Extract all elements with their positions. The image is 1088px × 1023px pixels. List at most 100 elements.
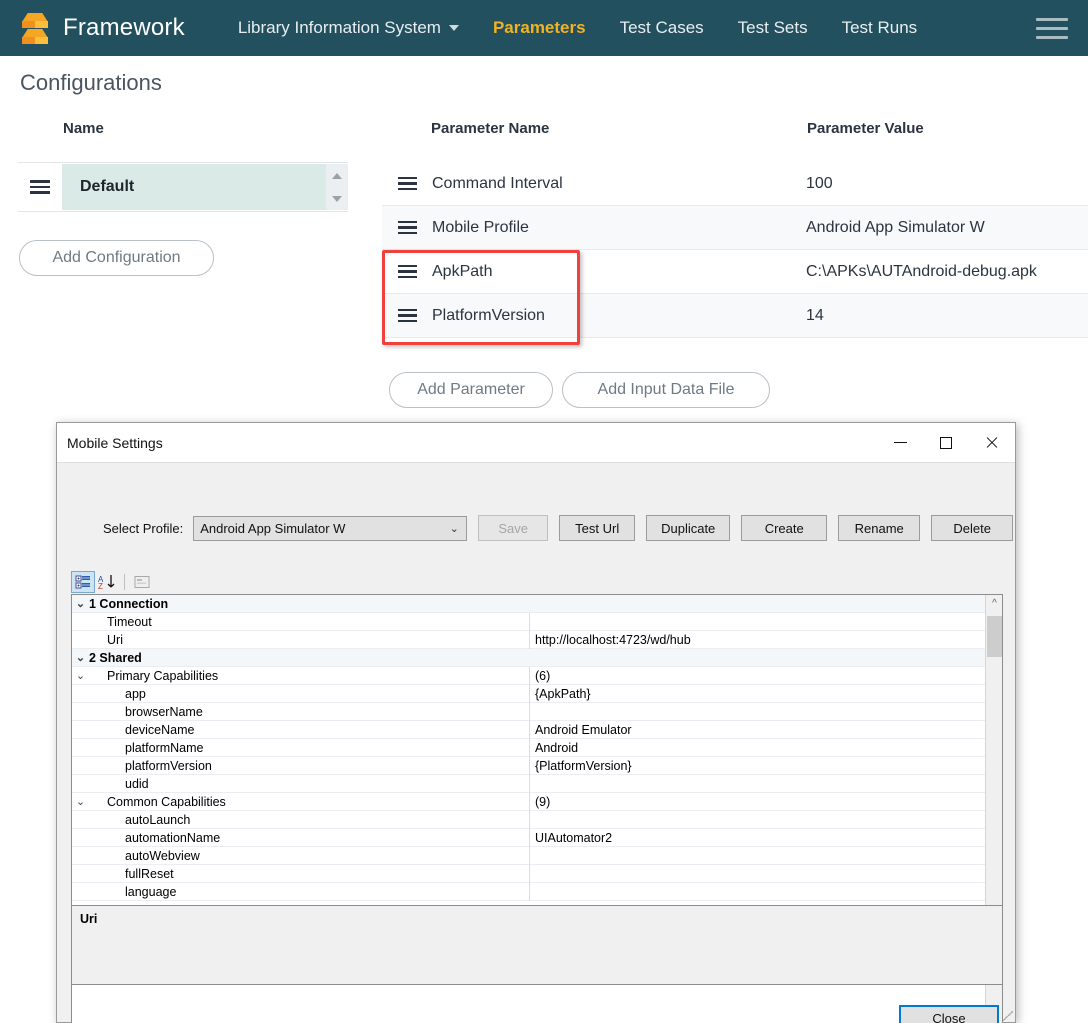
- property-value[interactable]: [529, 864, 985, 883]
- property-value[interactable]: [529, 702, 985, 721]
- property-value[interactable]: Android Emulator: [529, 720, 985, 739]
- svg-text:Z: Z: [98, 582, 103, 590]
- add-configuration-button[interactable]: Add Configuration: [19, 240, 214, 276]
- property-value[interactable]: Android: [529, 738, 985, 757]
- property-row[interactable]: platformName Android: [72, 738, 985, 757]
- property-row[interactable]: language: [72, 882, 985, 901]
- spinner-up-icon[interactable]: [332, 172, 342, 179]
- property-label: platformVersion: [125, 758, 212, 773]
- table-row[interactable]: PlatformVersion 14: [382, 294, 1088, 338]
- property-row[interactable]: automationName UIAutomator2: [72, 828, 985, 847]
- property-row[interactable]: deviceName Android Emulator: [72, 720, 985, 739]
- resize-grip[interactable]: [1003, 1011, 1013, 1021]
- parameter-value: Android App Simulator W: [806, 218, 985, 236]
- close-button[interactable]: Close: [899, 1005, 999, 1023]
- property-row[interactable]: app {ApkPath}: [72, 684, 985, 703]
- property-row[interactable]: ⌄ Common Capabilities (9): [72, 792, 985, 811]
- property-row[interactable]: udid: [72, 774, 985, 793]
- table-row[interactable]: Mobile Profile Android App Simulator W: [382, 206, 1088, 250]
- property-label: browserName: [125, 704, 203, 719]
- chevron-down-icon: [448, 25, 459, 31]
- property-row[interactable]: platformVersion {PlatformVersion}: [72, 756, 985, 775]
- configuration-spinner[interactable]: [326, 164, 348, 210]
- chevron-down-icon[interactable]: ⌄: [72, 651, 89, 664]
- property-value[interactable]: [529, 846, 985, 865]
- save-button[interactable]: Save: [478, 515, 549, 541]
- nav-link-test-runs[interactable]: Test Runs: [825, 18, 935, 38]
- property-value[interactable]: [529, 612, 985, 631]
- property-value[interactable]: [529, 595, 985, 613]
- project-selector[interactable]: Library Information System: [221, 18, 476, 38]
- drag-handle-icon[interactable]: [382, 176, 432, 191]
- chevron-down-icon[interactable]: ⌄: [72, 597, 89, 610]
- scroll-up-icon[interactable]: ^: [986, 595, 1002, 612]
- alphabetical-sort-icon[interactable]: A Z: [95, 571, 119, 593]
- minimize-button[interactable]: [877, 423, 923, 463]
- drag-handle-icon[interactable]: [382, 308, 432, 323]
- brand[interactable]: Framework: [18, 11, 185, 45]
- scrollbar-thumb[interactable]: [987, 616, 1002, 657]
- spinner-down-icon[interactable]: [332, 195, 342, 202]
- parameter-name: PlatformVersion: [432, 306, 545, 324]
- property-label: 1 Connection: [89, 596, 169, 611]
- toolbar-separator: [124, 574, 125, 590]
- property-grid-toolbar: A Z: [71, 571, 1003, 593]
- property-value[interactable]: [529, 810, 985, 829]
- property-value[interactable]: {PlatformVersion}: [529, 756, 985, 775]
- categorized-view-icon[interactable]: [71, 571, 95, 593]
- drag-handle-icon[interactable]: [382, 264, 432, 279]
- hamburger-icon[interactable]: [1036, 13, 1068, 43]
- property-row[interactable]: ⌄ 1 Connection: [72, 595, 985, 613]
- nav-link-test-cases[interactable]: Test Cases: [603, 18, 721, 38]
- table-row[interactable]: Command Interval 100: [382, 162, 1088, 206]
- property-value[interactable]: (9): [529, 792, 985, 811]
- property-row[interactable]: Uri http://localhost:4723/wd/hub: [72, 630, 985, 649]
- table-row[interactable]: ApkPath C:\APKs\AUTAndroid-debug.apk: [382, 250, 1088, 294]
- add-input-data-file-button[interactable]: Add Input Data File: [562, 372, 770, 408]
- profile-row: Select Profile: Android App Simulator W …: [57, 513, 1015, 543]
- chevron-down-icon[interactable]: ⌄: [72, 669, 89, 682]
- delete-button[interactable]: Delete: [931, 515, 1014, 541]
- property-pages-icon[interactable]: [130, 571, 154, 593]
- property-value[interactable]: (6): [529, 666, 985, 685]
- drag-handle-icon[interactable]: [18, 180, 62, 194]
- property-value[interactable]: [529, 649, 985, 667]
- property-row[interactable]: autoWebview: [72, 846, 985, 865]
- configuration-name[interactable]: Default: [62, 164, 326, 210]
- property-row[interactable]: Timeout: [72, 612, 985, 631]
- maximize-button[interactable]: [923, 423, 969, 463]
- property-row[interactable]: ⌄ Primary Capabilities (6): [72, 666, 985, 685]
- property-row[interactable]: browserName: [72, 702, 985, 721]
- property-label: language: [125, 884, 177, 899]
- parameter-name: ApkPath: [432, 262, 493, 280]
- property-value[interactable]: [529, 774, 985, 793]
- add-parameter-button[interactable]: Add Parameter: [389, 372, 553, 408]
- property-value[interactable]: {ApkPath}: [529, 684, 985, 703]
- create-button[interactable]: Create: [741, 515, 828, 541]
- dialog-body: Select Profile: Android App Simulator W …: [57, 463, 1015, 1023]
- property-row[interactable]: autoLaunch: [72, 810, 985, 829]
- dialog-titlebar[interactable]: Mobile Settings: [57, 423, 1015, 463]
- property-value[interactable]: [529, 882, 985, 901]
- property-value[interactable]: http://localhost:4723/wd/hub: [529, 630, 985, 649]
- configuration-row[interactable]: Default: [18, 162, 348, 212]
- parameter-value: C:\APKs\AUTAndroid-debug.apk: [806, 262, 1037, 280]
- property-row[interactable]: fullReset: [72, 864, 985, 883]
- drag-handle-icon[interactable]: [382, 220, 432, 235]
- duplicate-button[interactable]: Duplicate: [646, 515, 731, 541]
- nav-link-parameters[interactable]: Parameters: [476, 18, 603, 38]
- chevron-down-icon: ⌄: [449, 522, 459, 535]
- column-header-parameter-value: Parameter Value: [807, 120, 924, 137]
- property-description-panel: Uri: [71, 905, 1003, 985]
- test-url-button[interactable]: Test Url: [559, 515, 636, 541]
- property-value[interactable]: UIAutomator2: [529, 828, 985, 847]
- property-label: platformName: [125, 740, 204, 755]
- close-window-button[interactable]: [969, 423, 1015, 463]
- nav-link-test-sets[interactable]: Test Sets: [721, 18, 825, 38]
- profile-select[interactable]: Android App Simulator W ⌄: [193, 515, 468, 541]
- select-profile-label: Select Profile:: [103, 520, 184, 536]
- chevron-down-icon[interactable]: ⌄: [72, 795, 89, 808]
- property-row[interactable]: ⌄ 2 Shared: [72, 649, 985, 667]
- rename-button[interactable]: Rename: [838, 515, 921, 541]
- profile-select-value: Android App Simulator W: [200, 520, 346, 536]
